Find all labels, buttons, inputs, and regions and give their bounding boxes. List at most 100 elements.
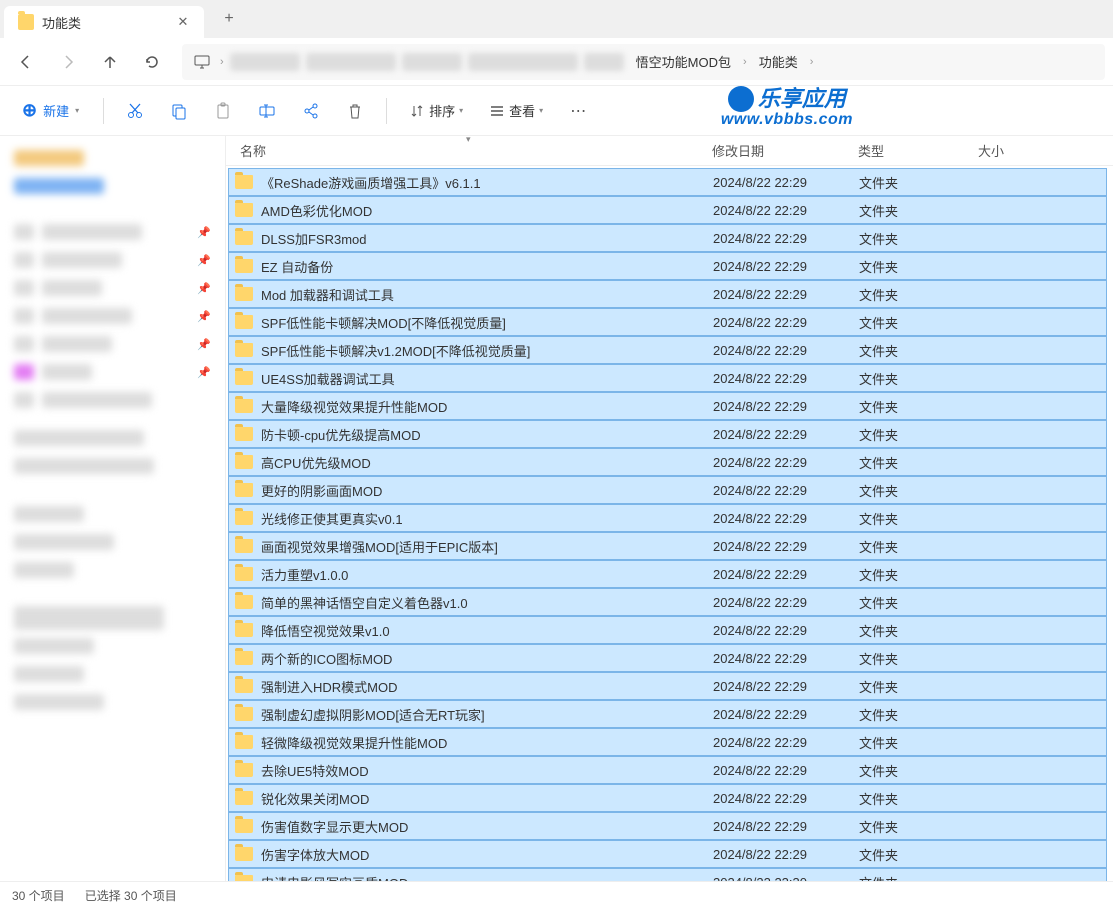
file-row[interactable]: Mod 加载器和调试工具2024/8/22 22:29文件夹: [228, 280, 1107, 308]
file-row[interactable]: 强制虚幻虚拟阴影MOD[适合无RT玩家]2024/8/22 22:29文件夹: [228, 700, 1107, 728]
file-row[interactable]: 伤害字体放大MOD2024/8/22 22:29文件夹: [228, 840, 1107, 868]
path-segment-blurred: [230, 53, 300, 71]
file-row[interactable]: 画面视觉效果增强MOD[适用于EPIC版本]2024/8/22 22:29文件夹: [228, 532, 1107, 560]
file-type: 文件夹: [859, 453, 979, 472]
file-type: 文件夹: [859, 621, 979, 640]
file-name: 伤害字体放大MOD: [261, 845, 713, 864]
column-size-header[interactable]: 大小: [978, 141, 1058, 160]
rename-button[interactable]: [248, 92, 286, 130]
status-selected: 已选择 30 个项目: [85, 887, 177, 904]
file-row[interactable]: 《ReShade游戏画质增强工具》v6.1.12024/8/22 22:29文件…: [228, 168, 1107, 196]
folder-icon: [235, 343, 253, 357]
file-row[interactable]: 强制进入HDR模式MOD2024/8/22 22:29文件夹: [228, 672, 1107, 700]
file-list[interactable]: 《ReShade游戏画质增强工具》v6.1.12024/8/22 22:29文件…: [226, 166, 1113, 881]
file-name: DLSS加FSR3mod: [261, 229, 713, 248]
chevron-down-icon: ▾: [75, 106, 79, 115]
file-row[interactable]: 锐化效果关闭MOD2024/8/22 22:29文件夹: [228, 784, 1107, 812]
active-tab[interactable]: 功能类 ✕: [4, 6, 204, 38]
breadcrumb-segment[interactable]: 悟空功能MOD包: [630, 52, 737, 71]
folder-icon: [235, 595, 253, 609]
file-type: 文件夹: [859, 845, 979, 864]
file-row[interactable]: 大量降级视觉效果提升性能MOD2024/8/22 22:29文件夹: [228, 392, 1107, 420]
file-row[interactable]: EZ 自动备份2024/8/22 22:29文件夹: [228, 252, 1107, 280]
file-row[interactable]: 降低悟空视觉效果v1.02024/8/22 22:29文件夹: [228, 616, 1107, 644]
file-row[interactable]: 轻微降级视觉效果提升性能MOD2024/8/22 22:29文件夹: [228, 728, 1107, 756]
delete-button[interactable]: [336, 92, 374, 130]
sort-icon: [409, 103, 425, 119]
column-name-header[interactable]: 名称: [234, 141, 712, 160]
sort-label: 排序: [429, 101, 455, 120]
file-date: 2024/8/22 22:29: [713, 791, 859, 806]
file-date: 2024/8/22 22:29: [713, 371, 859, 386]
file-row[interactable]: AMD色彩优化MOD2024/8/22 22:29文件夹: [228, 196, 1107, 224]
file-row[interactable]: 申请电影风写实画质MOD2024/8/22 22:30文件夹: [228, 868, 1107, 881]
paste-button[interactable]: [204, 92, 242, 130]
view-button[interactable]: 查看 ▾: [479, 95, 553, 126]
share-button[interactable]: [292, 92, 330, 130]
back-button[interactable]: [8, 44, 44, 80]
cut-button[interactable]: [116, 92, 154, 130]
monitor-icon: [190, 44, 214, 80]
file-name: 《ReShade游戏画质增强工具》v6.1.1: [261, 173, 713, 192]
folder-icon: [235, 455, 253, 469]
file-type: 文件夹: [859, 733, 979, 752]
breadcrumb-segment[interactable]: 功能类: [753, 52, 804, 71]
column-type-header[interactable]: 类型: [858, 141, 978, 160]
file-name: 光线修正使其更真实v0.1: [261, 509, 713, 528]
file-type: 文件夹: [859, 817, 979, 836]
file-name: 强制进入HDR模式MOD: [261, 677, 713, 696]
file-date: 2024/8/22 22:29: [713, 399, 859, 414]
more-button[interactable]: ⋯: [559, 92, 597, 130]
file-row[interactable]: 活力重塑v1.0.02024/8/22 22:29文件夹: [228, 560, 1107, 588]
forward-button[interactable]: [50, 44, 86, 80]
new-tab-button[interactable]: +: [214, 10, 244, 28]
file-name: SPF低性能卡顿解决MOD[不降低视觉质量]: [261, 313, 713, 332]
status-total: 30 个项目: [12, 887, 65, 904]
folder-icon: [235, 707, 253, 721]
file-name: 伤害值数字显示更大MOD: [261, 817, 713, 836]
folder-icon: [235, 175, 253, 189]
refresh-button[interactable]: [134, 44, 170, 80]
column-date-header[interactable]: 修改日期: [712, 141, 858, 160]
new-button[interactable]: ⊕ 新建 ▾: [10, 94, 91, 127]
path-segment-blurred: [468, 53, 578, 71]
file-row[interactable]: 高CPU优先级MOD2024/8/22 22:29文件夹: [228, 448, 1107, 476]
file-name: 画面视觉效果增强MOD[适用于EPIC版本]: [261, 537, 713, 556]
sidebar: 📌 📌 📌 📌 📌 📌: [0, 136, 225, 881]
file-row[interactable]: 光线修正使其更真实v0.12024/8/22 22:29文件夹: [228, 504, 1107, 532]
file-row[interactable]: UE4SS加载器调试工具2024/8/22 22:29文件夹: [228, 364, 1107, 392]
file-row[interactable]: 去除UE5特效MOD2024/8/22 22:29文件夹: [228, 756, 1107, 784]
file-name: 防卡顿-cpu优先级提高MOD: [261, 425, 713, 444]
file-row[interactable]: 简单的黑神话悟空自定义着色器v1.02024/8/22 22:29文件夹: [228, 588, 1107, 616]
file-row[interactable]: 防卡顿-cpu优先级提高MOD2024/8/22 22:29文件夹: [228, 420, 1107, 448]
file-name: 锐化效果关闭MOD: [261, 789, 713, 808]
address-bar[interactable]: › 悟空功能MOD包 › 功能类 ›: [182, 44, 1105, 80]
file-name: SPF低性能卡顿解决v1.2MOD[不降低视觉质量]: [261, 341, 713, 360]
folder-icon: [235, 875, 253, 881]
file-name: Mod 加载器和调试工具: [261, 285, 713, 304]
separator: [386, 98, 387, 124]
toolbar: ⊕ 新建 ▾ 排序 ▾ 查看 ▾: [0, 86, 1113, 136]
file-row[interactable]: SPF低性能卡顿解决v1.2MOD[不降低视觉质量]2024/8/22 22:2…: [228, 336, 1107, 364]
file-name: 降低悟空视觉效果v1.0: [261, 621, 713, 640]
file-row[interactable]: 伤害值数字显示更大MOD2024/8/22 22:29文件夹: [228, 812, 1107, 840]
close-tab-button[interactable]: ✕: [176, 14, 190, 30]
file-row[interactable]: SPF低性能卡顿解决MOD[不降低视觉质量]2024/8/22 22:29文件夹: [228, 308, 1107, 336]
file-date: 2024/8/22 22:29: [713, 511, 859, 526]
up-button[interactable]: [92, 44, 128, 80]
folder-icon: [235, 203, 253, 217]
folder-icon: [235, 511, 253, 525]
file-row[interactable]: 两个新的ICO图标MOD2024/8/22 22:29文件夹: [228, 644, 1107, 672]
folder-icon: [235, 259, 253, 273]
sort-button[interactable]: 排序 ▾: [399, 95, 473, 126]
new-label: 新建: [43, 101, 69, 120]
copy-button[interactable]: [160, 92, 198, 130]
file-type: 文件夹: [859, 229, 979, 248]
separator: [103, 98, 104, 124]
tab-title: 功能类: [42, 13, 168, 32]
file-row[interactable]: DLSS加FSR3mod2024/8/22 22:29文件夹: [228, 224, 1107, 252]
file-row[interactable]: 更好的阴影画面MOD2024/8/22 22:29文件夹: [228, 476, 1107, 504]
file-name: AMD色彩优化MOD: [261, 201, 713, 220]
file-date: 2024/8/22 22:29: [713, 259, 859, 274]
file-type: 文件夹: [859, 201, 979, 220]
